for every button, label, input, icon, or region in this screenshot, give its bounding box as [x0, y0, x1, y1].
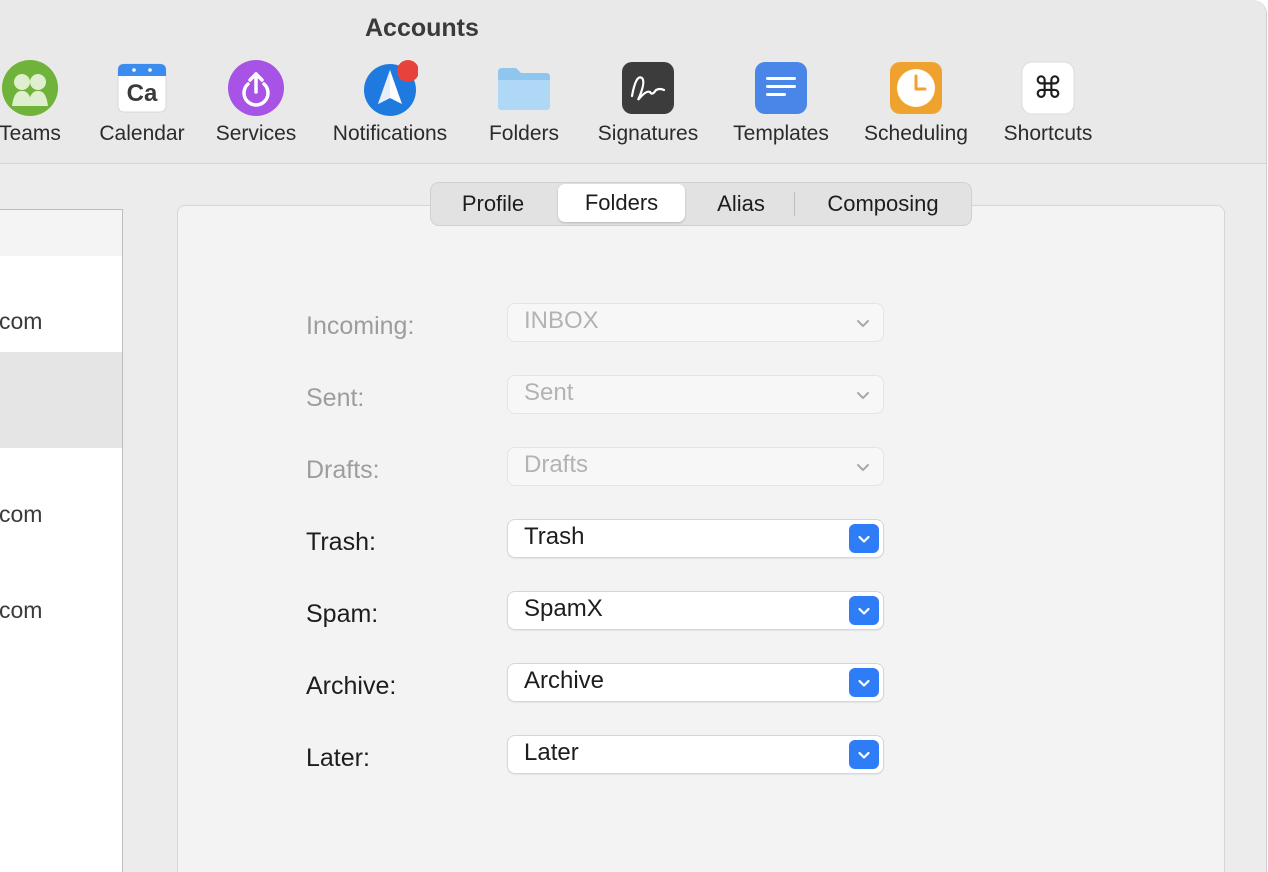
dropdown-button[interactable]: [849, 524, 879, 553]
account-row-3[interactable]: com: [0, 544, 122, 640]
spam-folder-value: SpamX: [524, 595, 603, 622]
tab-alias[interactable]: Alias: [689, 183, 793, 225]
spam-folder-select[interactable]: SpamX: [508, 592, 883, 629]
dropdown-button[interactable]: [849, 740, 879, 769]
chevron-down-icon: [858, 607, 870, 615]
drafts-folder-value: Drafts: [524, 451, 589, 478]
signature-icon: [620, 60, 676, 116]
toolbar-item-signatures[interactable]: Signatures: [588, 60, 708, 145]
toolbar-item-scheduling[interactable]: Scheduling: [856, 60, 976, 145]
toolbar-label-signatures: Signatures: [597, 122, 699, 145]
incoming-folder-select: INBOX: [508, 304, 883, 341]
toolbar-item-templates[interactable]: Templates: [721, 60, 841, 145]
calendar-icon: Ca: [114, 60, 170, 116]
account-email: com: [0, 308, 43, 334]
toolbar-label-notifications: Notifications: [332, 122, 448, 145]
toolbar-item-notifications[interactable]: Notifications: [330, 60, 450, 145]
chevron-down-icon: [857, 320, 869, 327]
later-folder-value: Later: [524, 739, 579, 766]
toolbar-label-calendar: Calendar: [99, 122, 185, 145]
archive-label: Archive:: [306, 672, 397, 700]
account-email: com: [0, 501, 43, 527]
chevron-down-icon: [857, 392, 869, 399]
toolbar-label-services: Services: [215, 122, 297, 145]
preferences-content: com com com Profile Folders Alias Compos…: [0, 164, 1266, 872]
later-label: Later:: [306, 744, 370, 772]
templates-icon: [753, 60, 809, 116]
account-list: com com com: [0, 209, 123, 872]
toolbar-label-templates: Templates: [733, 122, 829, 145]
dropdown-button[interactable]: [849, 596, 879, 625]
account-row-1[interactable]: com: [0, 256, 122, 352]
incoming-folder-value: INBOX: [524, 307, 599, 334]
drafts-folder-select: Drafts: [508, 448, 883, 485]
toolbar-item-shortcuts[interactable]: ⌘ Shortcuts: [988, 60, 1108, 145]
account-list-header: [0, 210, 122, 257]
command-icon: ⌘: [1020, 60, 1076, 116]
toolbar-label-folders: Folders: [488, 122, 560, 145]
toolbar-label-scheduling: Scheduling: [864, 122, 968, 145]
incoming-label: Incoming:: [306, 312, 415, 340]
trash-folder-value: Trash: [524, 523, 585, 550]
trash-label: Trash:: [306, 528, 376, 556]
chevron-down-icon: [858, 751, 870, 759]
archive-folder-value: Archive: [524, 667, 605, 694]
archive-folder-select[interactable]: Archive: [508, 664, 883, 701]
preferences-window: Accounts Teams Ca Calendar Services Noti…: [0, 0, 1267, 872]
account-email: com: [0, 597, 43, 623]
toolbar-item-services[interactable]: Services: [196, 60, 316, 145]
account-row-selected[interactable]: [0, 352, 122, 448]
toolbar-label-teams: Teams: [0, 122, 61, 145]
notifications-icon: [362, 60, 419, 116]
window-title: Accounts: [365, 14, 479, 42]
services-icon: [228, 60, 284, 116]
chevron-down-icon: [857, 464, 869, 471]
tab-profile[interactable]: Profile: [431, 183, 555, 225]
toolbar: Accounts Teams Ca Calendar Services Noti…: [0, 0, 1266, 164]
later-folder-select[interactable]: Later: [508, 736, 883, 773]
trash-folder-select[interactable]: Trash: [508, 520, 883, 557]
drafts-label: Drafts:: [306, 456, 380, 484]
sent-folder-value: Sent: [524, 379, 574, 406]
sent-label: Sent:: [306, 384, 365, 412]
dropdown-button[interactable]: [849, 668, 879, 697]
chevron-down-icon: [858, 535, 870, 543]
toolbar-item-teams[interactable]: Teams: [0, 60, 90, 145]
clock-icon: [888, 60, 944, 116]
sent-folder-select: Sent: [508, 376, 883, 413]
chevron-down-icon: [858, 679, 870, 687]
account-row-2[interactable]: com: [0, 448, 122, 544]
tab-composing[interactable]: Composing: [795, 183, 971, 225]
tab-bar: Profile Folders Alias Composing: [430, 182, 972, 226]
toolbar-label-shortcuts: Shortcuts: [1003, 122, 1093, 145]
toolbar-item-calendar[interactable]: Ca Calendar: [82, 60, 202, 145]
folder-icon: [496, 60, 552, 116]
teams-icon: [2, 60, 58, 116]
toolbar-item-folders[interactable]: Folders: [464, 60, 584, 145]
spam-label: Spam:: [306, 600, 379, 628]
tab-folders[interactable]: Folders: [558, 184, 685, 222]
command-icon-glyph: ⌘: [1033, 71, 1063, 106]
calendar-icon-text: Ca: [126, 80, 158, 107]
